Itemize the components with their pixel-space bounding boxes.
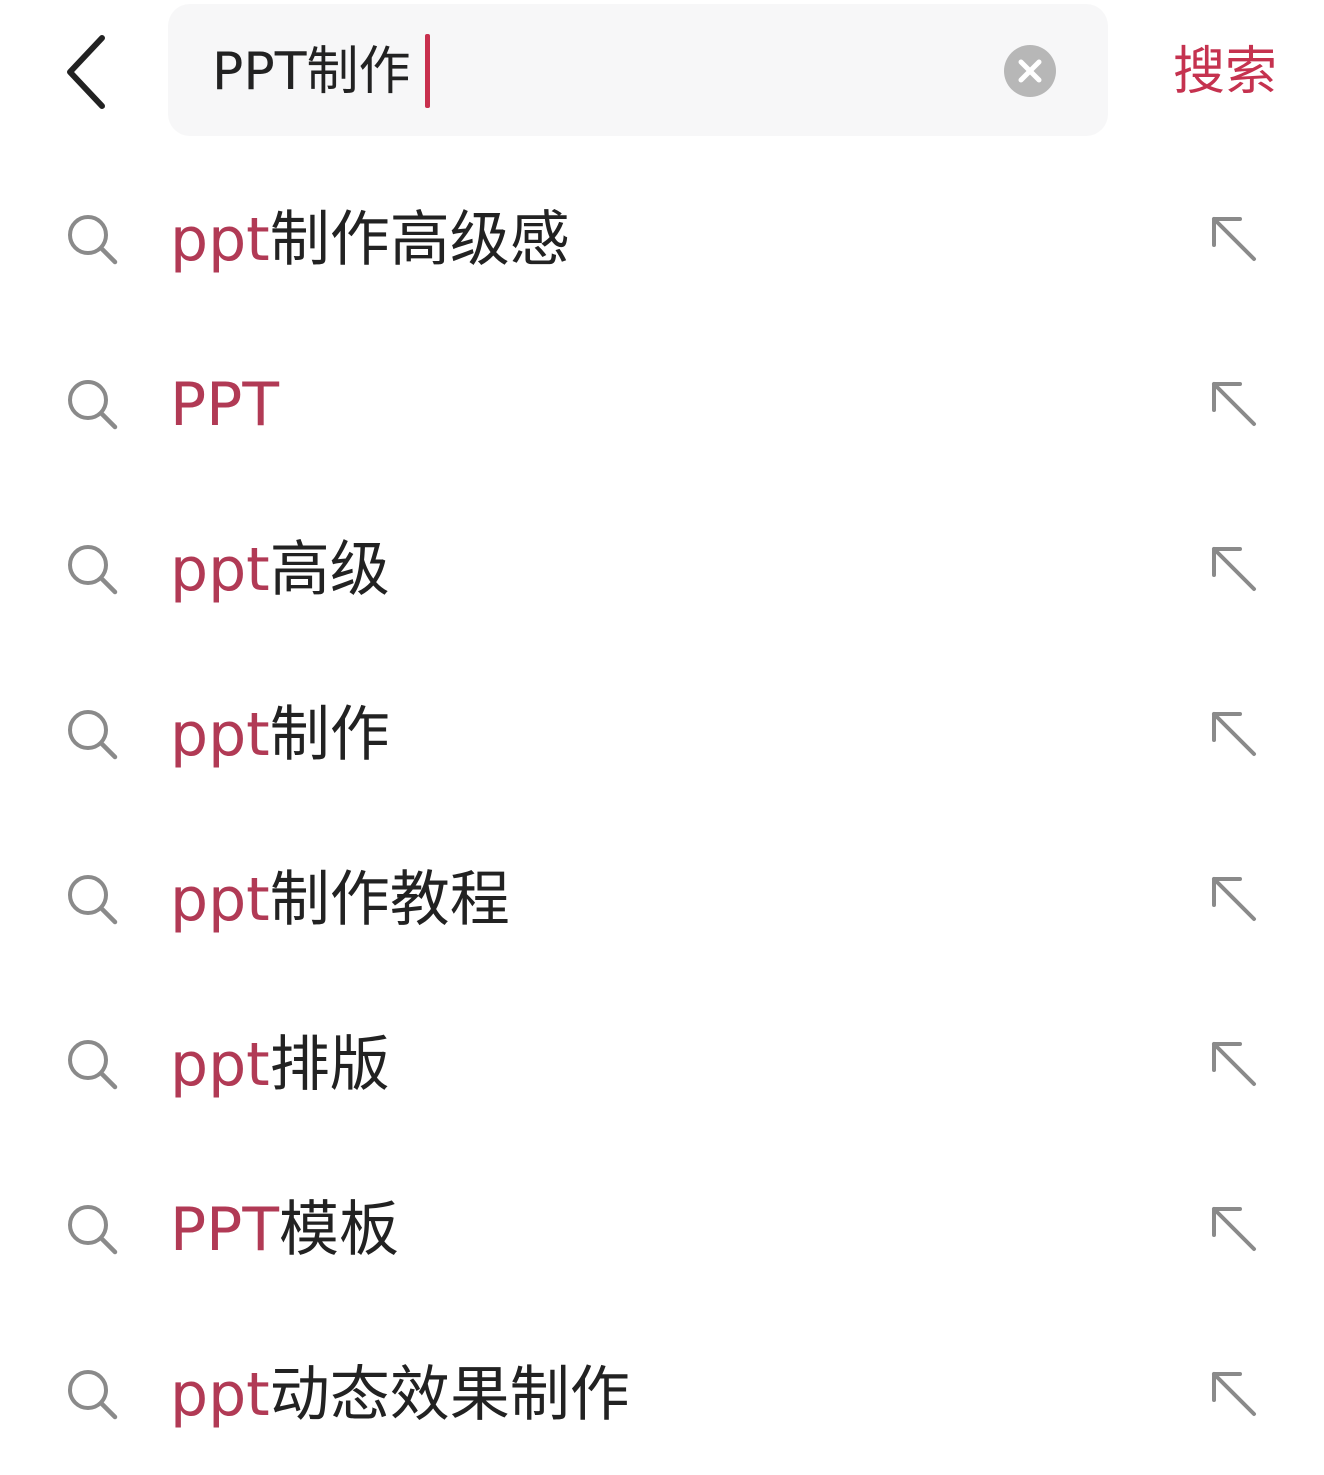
suggestion-match-text: ppt [170, 1360, 270, 1430]
suggestion-match-text: ppt [170, 865, 270, 935]
search-icon [64, 1036, 120, 1092]
suggestion-rest-text: 模板 [279, 1195, 400, 1265]
suggestion-rest-text: 排版 [269, 1030, 390, 1100]
search-input[interactable] [212, 32, 952, 112]
suggestion-match-text: ppt [170, 1030, 270, 1100]
suggestion-rest-text: 制作 [269, 700, 390, 770]
search-icon [64, 376, 120, 432]
suggestion-item[interactable]: PPT模板 [0, 1145, 1324, 1310]
suggestion-match-text: ppt [170, 700, 270, 770]
suggestion-text: ppt高级 [170, 525, 390, 615]
arrow-up-left-icon[interactable] [1206, 1201, 1262, 1257]
suggestion-item[interactable]: PPT [0, 320, 1324, 485]
suggestion-text: PPT模板 [170, 1185, 399, 1275]
suggestion-text: ppt制作 [170, 690, 390, 780]
suggestion-rest-text: 高级 [269, 535, 390, 605]
suggestion-match-text: ppt [170, 205, 270, 275]
arrow-up-left-icon[interactable] [1206, 1036, 1262, 1092]
text-caret [425, 34, 430, 108]
search-icon [64, 211, 120, 267]
suggestion-match-text: PPT [170, 1195, 280, 1265]
clear-button[interactable] [1004, 45, 1056, 97]
arrow-up-left-icon[interactable] [1206, 706, 1262, 762]
suggestion-item[interactable]: ppt制作教程 [0, 815, 1324, 980]
suggestion-item[interactable]: ppt动态效果制作 [0, 1310, 1324, 1475]
suggestion-text: ppt制作教程 [170, 855, 510, 945]
search-icon [64, 706, 120, 762]
arrow-up-left-icon[interactable] [1206, 1366, 1262, 1422]
suggestion-match-text: PPT [170, 370, 280, 440]
search-header: 搜索 [0, 0, 1324, 150]
suggestion-text: ppt制作高级感 [170, 195, 570, 285]
suggestion-text: PPT [170, 360, 279, 450]
arrow-up-left-icon[interactable] [1206, 871, 1262, 927]
search-button[interactable]: 搜索 [1160, 36, 1290, 108]
chevron-left-icon [67, 35, 105, 109]
suggestion-list: ppt制作高级感 PPT ppt高级 ppt制作 ppt制作教程 ppt排版 PPT模板 pp… [0, 155, 1324, 1475]
suggestion-text: ppt动态效果制作 [170, 1350, 630, 1440]
suggestion-rest-text: 制作教程 [269, 865, 510, 935]
suggestion-rest-text: 制作高级感 [269, 205, 570, 275]
suggestion-rest-text: 动态效果制作 [269, 1360, 630, 1430]
suggestion-item[interactable]: ppt制作高级感 [0, 155, 1324, 320]
arrow-up-left-icon[interactable] [1206, 376, 1262, 432]
search-icon [64, 871, 120, 927]
arrow-up-left-icon[interactable] [1206, 541, 1262, 597]
search-icon [64, 1366, 120, 1422]
suggestion-text: ppt排版 [170, 1020, 390, 1110]
suggestion-item[interactable]: ppt制作 [0, 650, 1324, 815]
back-button[interactable] [52, 28, 132, 118]
suggestion-item[interactable]: ppt高级 [0, 485, 1324, 650]
suggestion-item[interactable]: ppt排版 [0, 980, 1324, 1145]
search-icon [64, 1201, 120, 1257]
search-icon [64, 541, 120, 597]
arrow-up-left-icon[interactable] [1206, 211, 1262, 267]
suggestion-match-text: ppt [170, 535, 270, 605]
clear-circle-icon [1004, 45, 1056, 97]
